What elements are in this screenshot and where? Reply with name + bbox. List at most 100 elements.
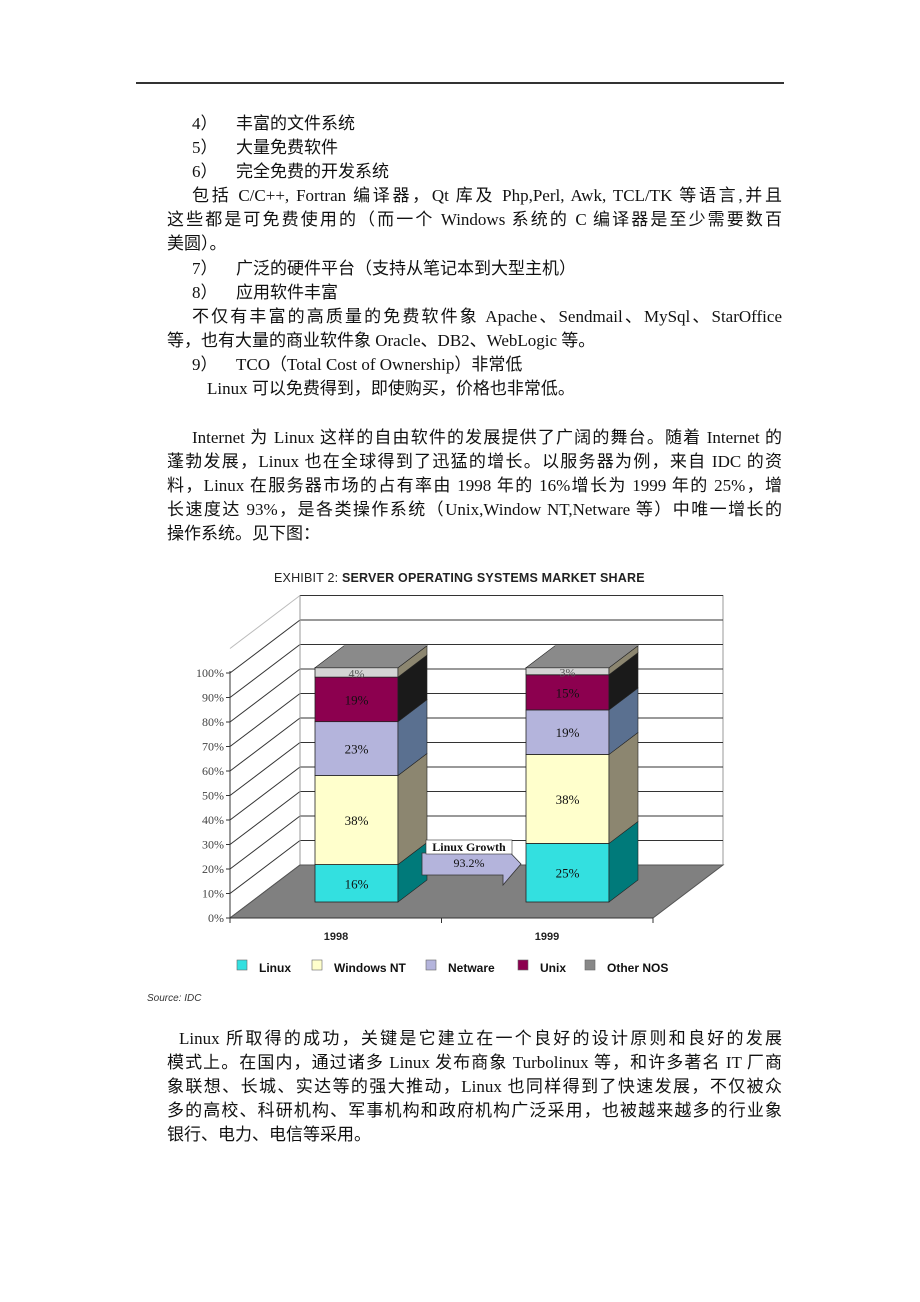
bar-side-windows-nt bbox=[397, 752, 428, 866]
data-label: 38% bbox=[556, 792, 580, 807]
legend-label: Other NOS bbox=[607, 961, 668, 975]
y-axis: 0% 10% 20% 30% 40% 50% 60% 70% 80% 90% 100% bbox=[196, 666, 654, 925]
list-number: 8） bbox=[192, 283, 218, 302]
paragraph-line: 模式上。在国内，通过诸多 Linux 发布商象 Turbolinux 等，和许多… bbox=[167, 1053, 782, 1072]
side-gridline bbox=[229, 644, 301, 698]
chart-back-wall bbox=[229, 595, 724, 919]
legend-label: Netware bbox=[448, 961, 495, 975]
bar-side-unix bbox=[608, 652, 639, 711]
data-label: 3% bbox=[560, 665, 576, 679]
list-number: 5） bbox=[192, 138, 218, 157]
side-gridline bbox=[229, 595, 301, 649]
bar-segment-netware bbox=[525, 709, 610, 755]
list-number: 9） bbox=[192, 355, 218, 374]
bar-side-other-nos bbox=[397, 645, 428, 678]
growth-arrow bbox=[421, 843, 522, 887]
x-axis-labels: 1998 1999 bbox=[324, 931, 559, 943]
side-gridline bbox=[229, 766, 301, 821]
bar-segment-other-nos bbox=[525, 667, 610, 676]
legend-swatch-netware bbox=[425, 959, 437, 971]
bar-segment-linux bbox=[525, 843, 610, 903]
paragraph-line: 料，Linux 在服务器市场的占有率由 1998 年的 16%增长为 1999 … bbox=[167, 476, 782, 495]
list-number: 7） bbox=[192, 259, 218, 278]
growth-label-box bbox=[425, 839, 513, 855]
data-label: 23% bbox=[345, 742, 369, 757]
chart-title: EXHIBIT 2: SERVER OPERATING SYSTEMS MARK… bbox=[274, 571, 645, 585]
y-tick-label: 40% bbox=[202, 813, 224, 827]
paragraph-line: 这些都是可免费使用的（而一个 Windows 系统的 C 编译器是至少需要数百 bbox=[167, 210, 782, 229]
bars bbox=[314, 645, 639, 903]
list-text: 大量免费软件 bbox=[236, 138, 338, 157]
y-tick-label: 80% bbox=[202, 715, 224, 729]
bar-segment-windows-nt bbox=[314, 775, 399, 865]
legend-swatch-linux bbox=[236, 959, 248, 971]
paragraph-line: 蓬勃发展，Linux 也在全球得到了迅猛的增长。以服务器为例，来自 IDC 的资 bbox=[167, 452, 782, 471]
legend-label: Windows NT bbox=[334, 961, 407, 975]
list-text: 丰富的文件系统 bbox=[236, 114, 355, 133]
y-tick-label: 90% bbox=[202, 691, 224, 705]
data-label: 19% bbox=[556, 725, 580, 740]
bar-top bbox=[525, 645, 639, 669]
chart-title-prefix: EXHIBIT 2: bbox=[274, 571, 342, 585]
bar-side-unix bbox=[397, 654, 428, 723]
paragraph-line: Linux 可以免费得到，即使购买，价格也非常低。 bbox=[207, 379, 575, 398]
bar-segment-unix bbox=[314, 676, 399, 723]
bar-segment-windows-nt bbox=[525, 754, 610, 844]
paragraph-line: 多的高校、科研机构、军事机构和政府机构广泛采用，也被越来越多的行业象 bbox=[167, 1101, 782, 1120]
list-text: 完全免费的开发系统 bbox=[236, 162, 389, 181]
side-gridline bbox=[229, 668, 301, 723]
paragraph-line: 包括 C/C++, Fortran 编译器，Qt 库及 Php,Perl, Aw… bbox=[192, 186, 782, 205]
x-tick-label: 1999 bbox=[535, 931, 559, 943]
list-text: 应用软件丰富 bbox=[236, 283, 338, 302]
paragraph-line: Internet 为 Linux 这样的自由软件的发展提供了广阔的舞台。随着 I… bbox=[192, 428, 782, 447]
bar-side-linux bbox=[608, 820, 639, 903]
bar-segment-other-nos bbox=[314, 667, 399, 678]
bar-side-other-nos bbox=[608, 645, 639, 676]
paragraph-line: 银行、电力、电信等采用。 bbox=[167, 1125, 371, 1144]
bar-side-windows-nt bbox=[608, 731, 639, 845]
header-rule bbox=[136, 82, 784, 84]
growth-label: Linux Growth bbox=[432, 840, 506, 854]
bar-segment-netware bbox=[314, 721, 399, 776]
list-item: 9） TCO（Total Cost of Ownership）非常低 bbox=[192, 353, 522, 377]
legend-swatch-other-nos bbox=[584, 959, 596, 971]
paragraph-line: 不仅有丰富的高质量的免费软件象 Apache、Sendmail、MySql、St… bbox=[192, 307, 782, 326]
list-text: 广泛的硬件平台（支持从笔记本到大型主机） bbox=[236, 259, 576, 278]
paragraph-line: 操作系统。见下图： bbox=[167, 524, 320, 543]
chart-floor bbox=[228, 864, 725, 919]
y-tick-label: 70% bbox=[202, 740, 224, 754]
y-tick-label: 60% bbox=[202, 764, 224, 778]
side-gridline bbox=[229, 717, 301, 772]
side-gridline bbox=[229, 693, 301, 747]
list-item: 4） 丰富的文件系统 bbox=[192, 112, 355, 136]
chart-title-main: SERVER OPERATING SYSTEMS MARKET SHARE bbox=[341, 571, 645, 585]
list-number: 6） bbox=[192, 162, 218, 181]
list-text: TCO（Total Cost of Ownership）非常低 bbox=[236, 355, 523, 374]
back-wall bbox=[299, 595, 724, 866]
bar-side-linux bbox=[397, 841, 428, 903]
paragraph-line: Linux 所取得的成功，关键是它建立在一个良好的设计原则和良好的发展 bbox=[179, 1029, 782, 1048]
data-label: 16% bbox=[345, 876, 369, 891]
bar-segment-unix bbox=[525, 674, 610, 711]
list-item: 5） 大量免费软件 bbox=[192, 136, 338, 160]
y-tick-label: 20% bbox=[202, 862, 224, 876]
side-gridline bbox=[229, 619, 301, 674]
data-label: 38% bbox=[345, 813, 369, 828]
y-tick-label: 0% bbox=[208, 911, 224, 925]
y-tick-label: 100% bbox=[196, 666, 224, 680]
bar-top bbox=[314, 645, 428, 669]
data-label: 25% bbox=[556, 866, 580, 881]
y-tick-label: 30% bbox=[202, 838, 224, 852]
bar-segment-linux bbox=[314, 864, 399, 903]
legend-label: Linux bbox=[259, 961, 291, 975]
list-item: 7） 广泛的硬件平台（支持从笔记本到大型主机） bbox=[192, 257, 576, 281]
data-label: 4% bbox=[349, 666, 365, 680]
paragraph-line: 等，也有大量的商业软件象 Oracle、DB2、WebLogic 等。 bbox=[167, 331, 596, 350]
paragraph-line: 美圆）。 bbox=[167, 234, 227, 253]
y-tick-label: 10% bbox=[202, 887, 224, 901]
bar-side-netware bbox=[397, 699, 428, 777]
side-gridline bbox=[229, 840, 301, 894]
legend: Linux Windows NT Netware Unix Other NOS bbox=[236, 959, 668, 975]
side-gridline bbox=[229, 791, 301, 845]
y-tick-label: 50% bbox=[202, 789, 224, 803]
